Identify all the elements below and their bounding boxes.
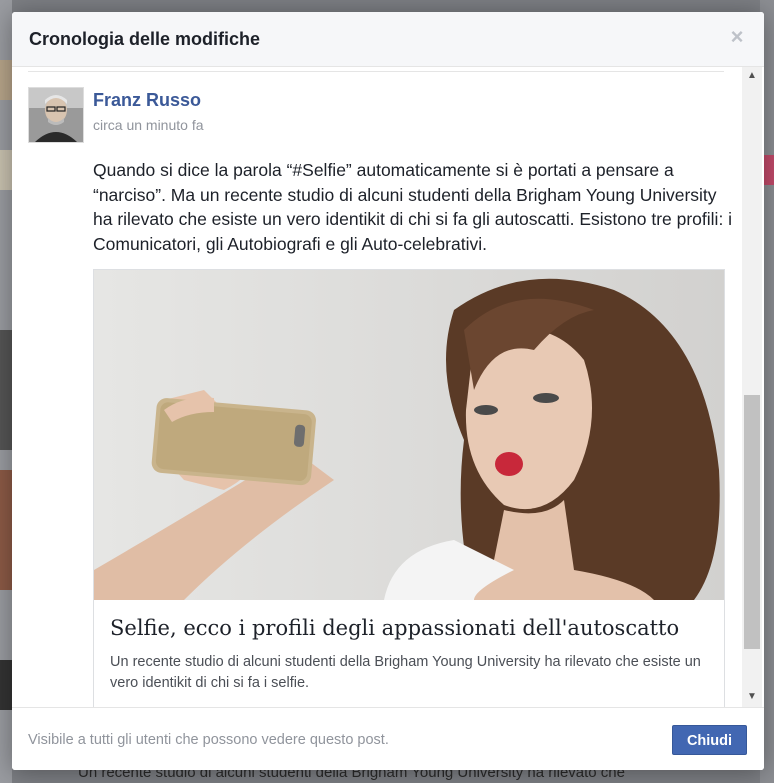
link-preview-title[interactable]: Selfie, ecco i profili degli appassionat… [110,616,710,640]
post-timestamp[interactable]: circa un minuto fa [93,117,204,133]
dialog-header: Cronologia delle modifiche × [12,12,764,67]
scrollbar-thumb[interactable] [744,395,760,649]
divider [28,71,724,72]
scroll-down-arrow-icon[interactable]: ▼ [742,690,762,704]
author-name-link[interactable]: Franz Russo [93,90,201,111]
background-page-left [0,0,12,783]
dialog-footer: Visibile a tutti gli utenti che possono … [12,707,764,770]
close-button[interactable]: Chiudi [672,725,747,755]
dialog-body: Franz Russo circa un minuto fa Quando si… [12,67,764,707]
dialog-scrollbar[interactable]: ▲ ▼ [742,67,762,707]
dialog-title: Cronologia delle modifiche [29,29,261,49]
link-preview-description: Un recente studio di alcuni studenti del… [110,654,701,691]
link-preview-card[interactable]: Selfie, ecco i profili degli appassionat… [93,269,725,707]
visibility-note: Visibile a tutti gli utenti che possono … [28,732,389,748]
close-icon[interactable]: × [726,26,748,48]
post-text: Quando si dice la parola “#Selfie” autom… [93,160,733,254]
avatar[interactable] [28,87,84,143]
edit-history-dialog: Cronologia delle modifiche × Franz Russo… [12,12,764,770]
scroll-up-arrow-icon[interactable]: ▲ [742,69,762,83]
link-preview-image[interactable] [94,270,724,600]
